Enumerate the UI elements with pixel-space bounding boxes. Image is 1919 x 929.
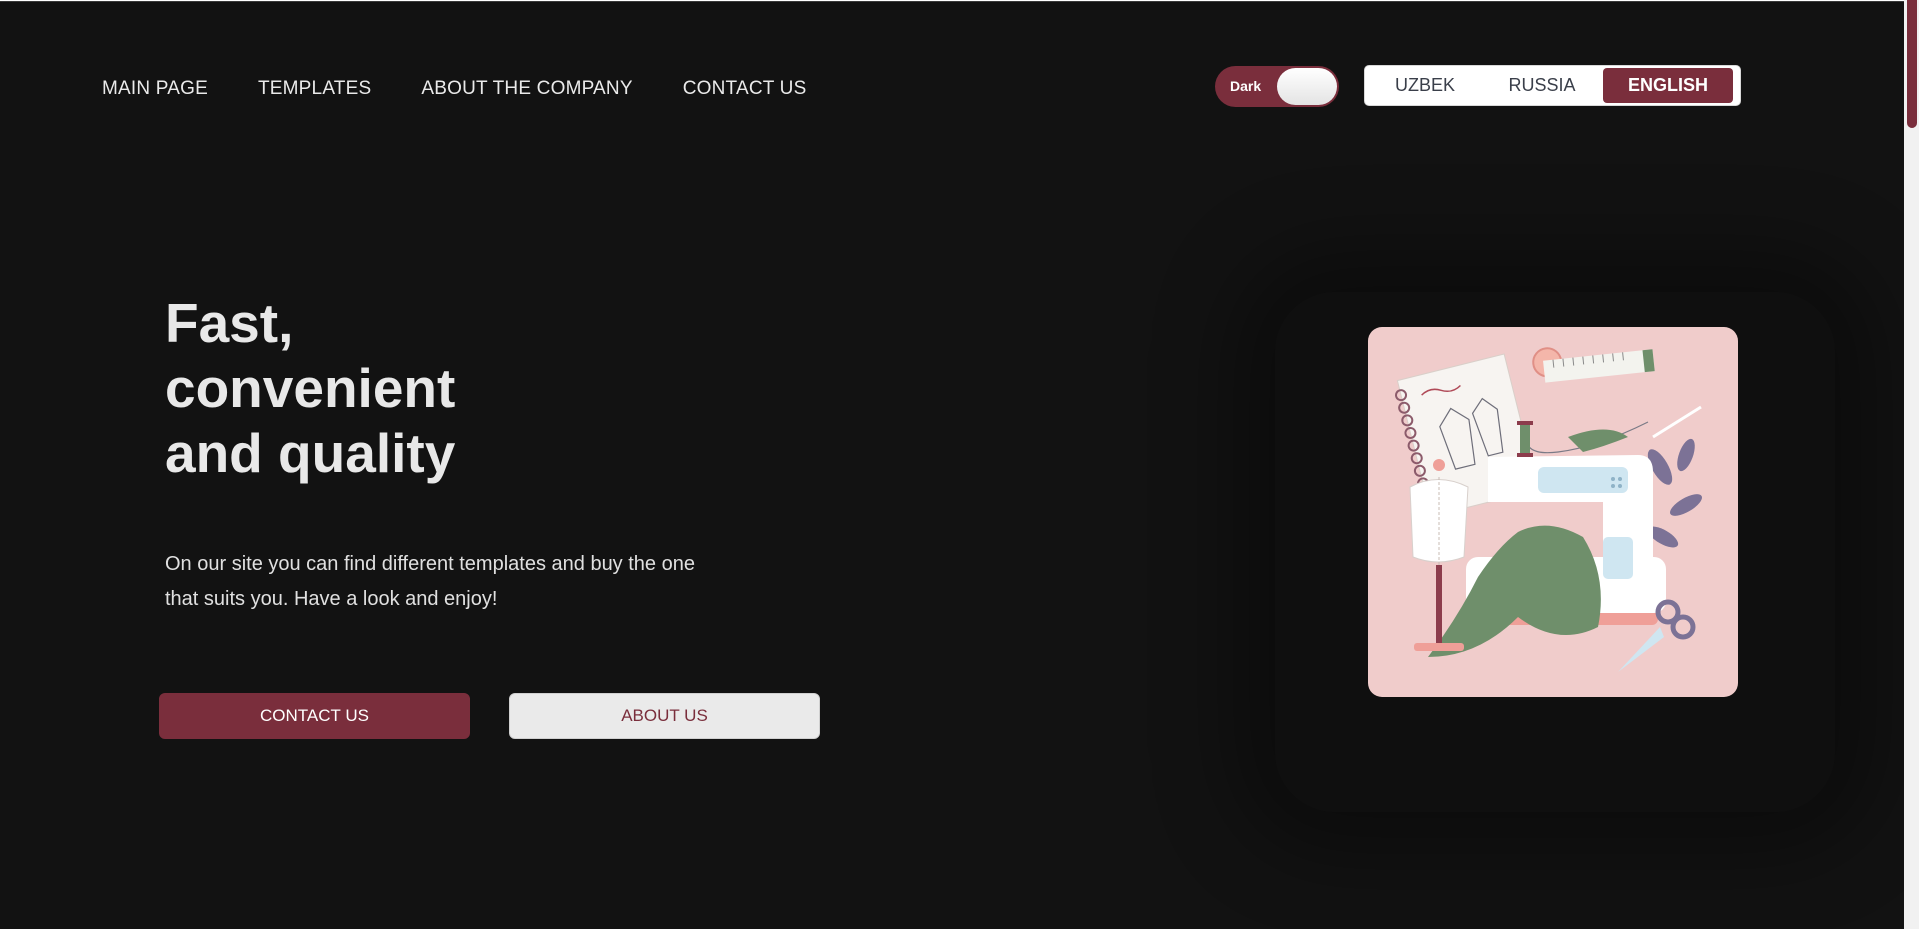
scrollbar-thumb[interactable] [1907,0,1917,128]
contact-us-button[interactable]: CONTACT US [159,693,470,739]
language-option-russia[interactable]: RUSSIA [1492,68,1592,103]
hero-title-line: and quality [165,422,456,484]
nav-contact-us[interactable]: CONTACT US [683,78,807,100]
language-option-english[interactable]: ENGLISH [1603,68,1733,103]
hero-title: Fast, convenient and quality [165,291,585,486]
nav-about-company[interactable]: ABOUT THE COMPANY [421,78,632,100]
nav-main-page[interactable]: MAIN PAGE [102,78,208,100]
main-nav: MAIN PAGE TEMPLATES ABOUT THE COMPANY CO… [102,78,806,100]
nav-templates[interactable]: TEMPLATES [258,78,371,100]
theme-toggle[interactable]: Dark [1215,66,1339,107]
theme-toggle-label: Dark [1230,78,1262,94]
page: MAIN PAGE TEMPLATES ABOUT THE COMPANY CO… [0,1,1904,929]
sewing-illustration [1368,327,1738,697]
about-us-button[interactable]: ABOUT US [509,693,820,739]
language-switcher: UZBEK RUSSIA ENGLISH [1364,65,1741,106]
hero-title-line: convenient [165,357,456,419]
sewing-machine-icon [1395,347,1702,672]
language-option-uzbek[interactable]: UZBEK [1375,68,1475,103]
toggle-knob [1277,68,1337,105]
scrollbar[interactable] [1904,0,1919,929]
hero-title-line: Fast, [165,292,294,354]
hero-description: On our site you can find different templ… [165,553,695,610]
